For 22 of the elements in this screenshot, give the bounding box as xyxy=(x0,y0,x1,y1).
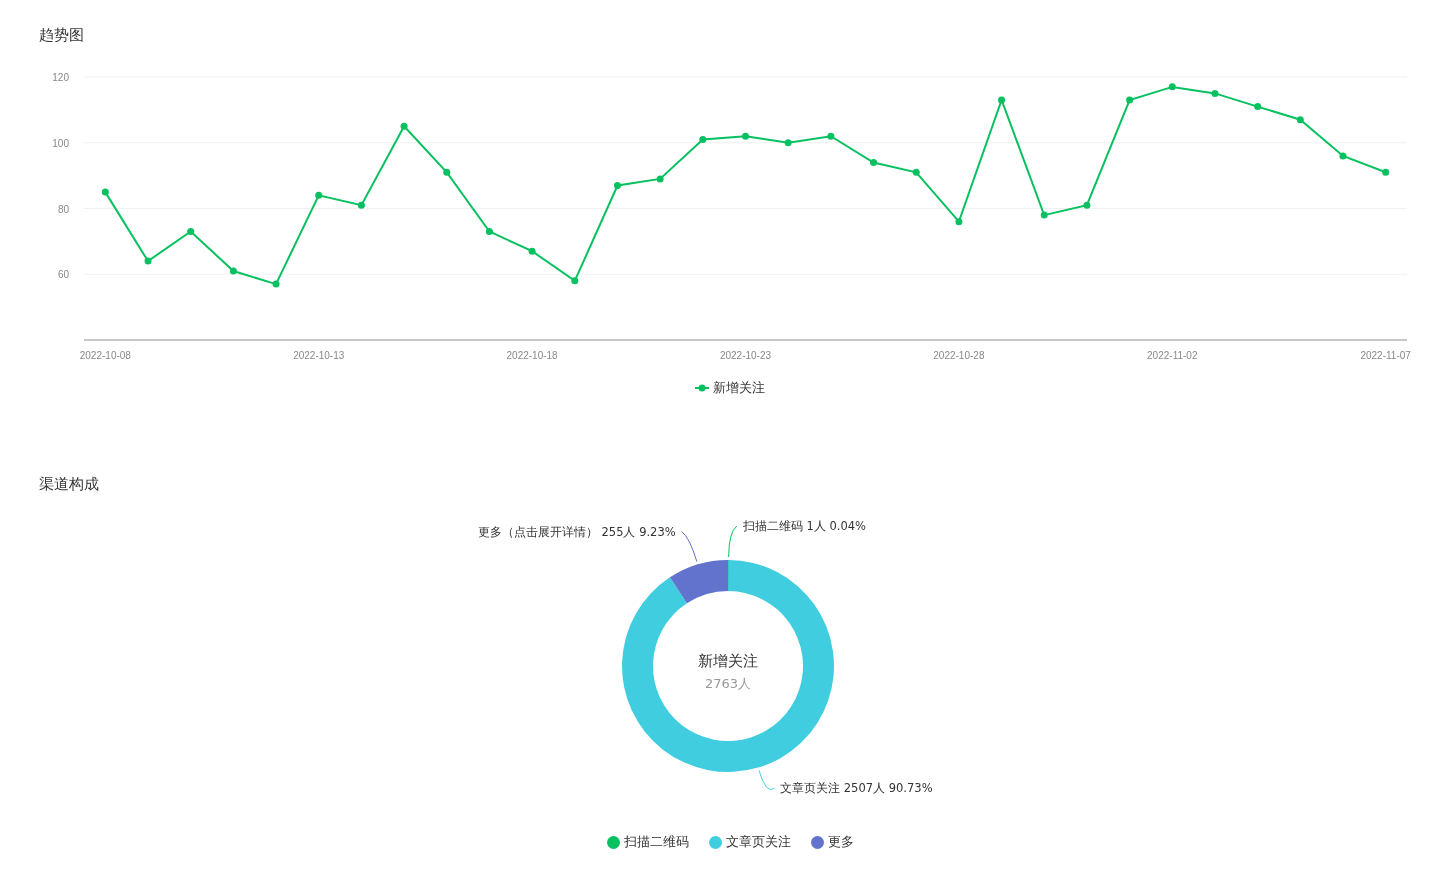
slice-label: 扫描二维码 1人 0.04% xyxy=(742,519,866,533)
axis-label: 2022-10-18 xyxy=(506,350,558,361)
section-title: 趋势图 xyxy=(38,25,84,45)
legend-label: 扫描二维码 xyxy=(623,833,689,851)
axis-label: 60 xyxy=(57,269,69,281)
center-value: 2763人 xyxy=(704,676,752,691)
axis-label: 80 xyxy=(57,203,69,215)
section-title: 渠道构成 xyxy=(38,474,99,494)
axis-label: 2022-10-08 xyxy=(79,350,131,361)
axis-label: 2022-10-13 xyxy=(293,350,345,361)
axis-label: 2022-10-23 xyxy=(719,350,772,361)
center-title: 新增关注 xyxy=(698,652,758,670)
axis-label: 2022-10-28 xyxy=(933,350,985,361)
legend-label: 文章页关注 xyxy=(725,833,791,851)
axis-label: 120 xyxy=(52,72,69,83)
slice-label: 文章页关注 2507人 90.73% xyxy=(780,781,933,796)
legend-label: 更多 xyxy=(827,833,854,851)
axis-label: 2022-11-07 xyxy=(1360,350,1411,361)
axis-label: 100 xyxy=(52,137,69,149)
legend-label: 新增关注 xyxy=(713,379,765,397)
slice-label: 更多（点击展开详情） 255人 9.23% xyxy=(477,524,676,539)
axis-label: 2022-11-02 xyxy=(1147,350,1198,361)
